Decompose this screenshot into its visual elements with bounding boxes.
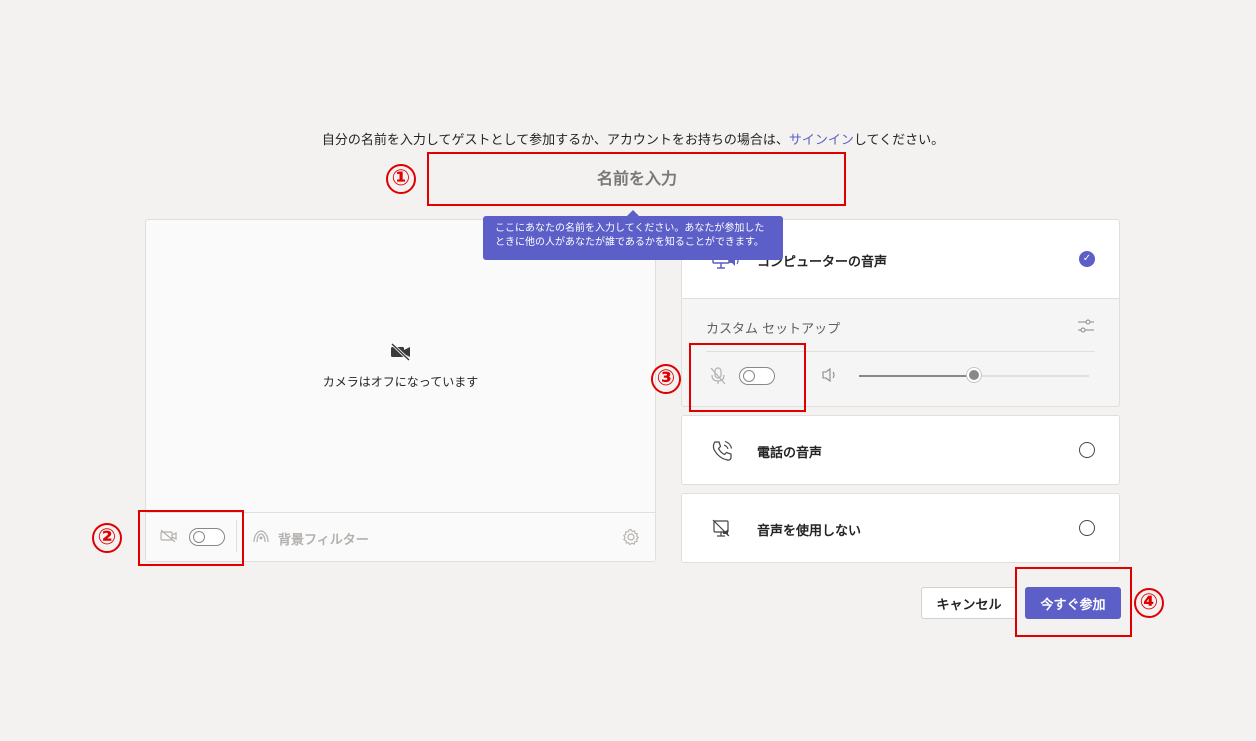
speaker-volume-fill <box>859 375 974 377</box>
cancel-button[interactable]: キャンセル <box>921 587 1017 619</box>
no-audio-icon <box>712 519 732 539</box>
custom-setup-label: カスタム セットアップ <box>706 322 841 337</box>
selected-check-icon: ✓ <box>1079 251 1095 267</box>
settings-gear-icon[interactable] <box>622 528 640 546</box>
background-filter-icon <box>252 529 270 543</box>
instruction-prefix: 自分の名前を入力してゲストとして参加するか、アカウントをお持ちの場合は、 <box>321 133 789 148</box>
background-filter-label[interactable]: 背景フィルター <box>278 529 369 548</box>
signin-link[interactable]: サインイン <box>789 133 854 148</box>
camera-off-icon <box>390 342 412 362</box>
device-settings-icon[interactable] <box>1077 318 1095 334</box>
no-audio-radio[interactable] <box>1079 520 1095 536</box>
speaker-icon <box>821 367 839 383</box>
no-audio-option[interactable]: 音声を使用しない <box>681 493 1120 563</box>
phone-audio-label: 電話の音声 <box>757 446 823 461</box>
instruction-text: 自分の名前を入力してゲストとして参加するか、アカウントをお持ちの場合は、サインイ… <box>0 129 1256 148</box>
instruction-suffix: してください。 <box>853 133 945 148</box>
annotation-number-4: ④ <box>1134 588 1164 618</box>
annotation-box-2 <box>138 510 244 566</box>
phone-icon <box>711 440 733 462</box>
annotation-box-3 <box>689 343 806 412</box>
phone-audio-radio[interactable] <box>1079 442 1095 458</box>
phone-audio-option[interactable]: 電話の音声 <box>681 415 1120 485</box>
name-tooltip: ここにあなたの名前を入力してください。あなたが参加したときに他の人があなたが誰で… <box>483 216 783 260</box>
annotation-box-4 <box>1015 567 1132 637</box>
annotation-number-2: ② <box>92 523 122 553</box>
name-input[interactable] <box>430 154 844 202</box>
no-audio-label: 音声を使用しない <box>757 524 862 539</box>
camera-off-text: カメラはオフになっています <box>322 375 479 389</box>
annotation-number-3: ③ <box>651 364 681 394</box>
annotation-number-1: ① <box>386 164 416 194</box>
speaker-volume-thumb[interactable] <box>967 368 981 382</box>
